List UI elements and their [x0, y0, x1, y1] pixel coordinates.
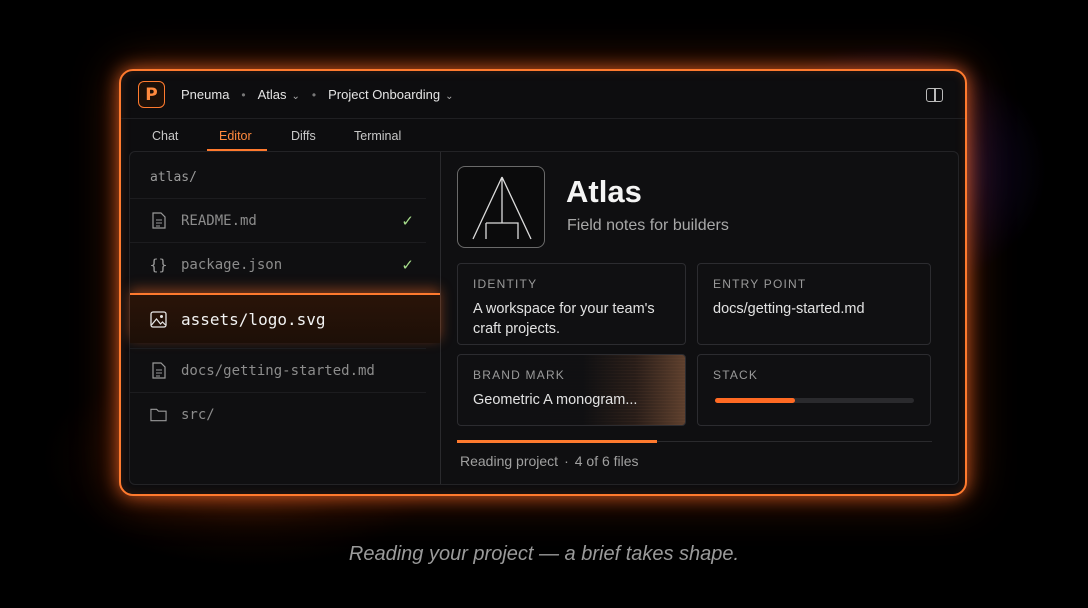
check-icon: ✓ — [401, 213, 414, 230]
breadcrumb-session[interactable]: Project Onboarding ⌄ — [328, 87, 453, 102]
card-value: A workspace for your team's craft projec… — [473, 301, 655, 337]
entry-point-card: ENTRY POINT docs/getting-started.md — [697, 263, 931, 345]
breadcrumb-separator: • — [311, 87, 317, 102]
status-line: Reading project · 4 of 6 files — [460, 453, 639, 469]
stack-progress-fill — [715, 398, 795, 403]
breadcrumb-session-label: Project Onboarding — [328, 87, 441, 102]
a-monogram-icon — [472, 176, 532, 240]
identity-card: IDENTITY A workspace for your team's cra… — [457, 263, 686, 345]
breadcrumb-workspace[interactable]: Pneuma — [181, 87, 229, 102]
project-subtitle: Field notes for builders — [567, 217, 729, 234]
chevron-down-icon: ⌄ — [291, 91, 300, 102]
file-row-readme[interactable]: README.md ✓ — [130, 198, 426, 242]
file-row-src[interactable]: src/ — [130, 392, 426, 436]
file-name: README.md — [181, 212, 257, 229]
status-separator: · — [564, 453, 569, 469]
check-icon: ✓ — [401, 257, 414, 274]
file-icon — [150, 212, 167, 230]
file-row-logo-svg[interactable]: assets/logo.svg — [130, 293, 440, 343]
breadcrumb-separator: • — [241, 87, 246, 102]
file-name: src/ — [181, 406, 215, 423]
reading-progress-fill — [457, 440, 657, 443]
tab-bar: Chat Editor Diffs Terminal — [121, 119, 965, 151]
card-value: Geometric A monogram... — [473, 392, 638, 408]
file-icon — [150, 362, 167, 380]
chevron-down-icon: ⌄ — [445, 91, 454, 102]
project-brief: Atlas Field notes for builders IDENTITY … — [441, 152, 958, 484]
folder-icon — [150, 406, 167, 424]
reading-progress-track — [457, 440, 932, 443]
card-value: docs/getting-started.md — [713, 301, 865, 317]
breadcrumb-project[interactable]: Atlas ⌄ — [258, 87, 300, 102]
braces-icon: {} — [149, 255, 168, 274]
toggle-panel-icon[interactable] — [926, 88, 943, 102]
tab-diffs[interactable]: Diffs — [291, 129, 316, 143]
file-row-getting-started[interactable]: docs/getting-started.md — [130, 348, 426, 392]
title-bar: P Pneuma • Atlas ⌄ • Project Onboarding ⌄ — [121, 71, 965, 119]
stack-card: STACK — [697, 354, 931, 426]
stack-progress-track — [715, 398, 914, 403]
status-text: Reading project — [460, 453, 559, 469]
project-title: Atlas — [566, 174, 642, 209]
image-icon — [150, 310, 167, 328]
file-name: assets/logo.svg — [181, 309, 326, 329]
card-label: BRAND MARK — [473, 368, 566, 382]
caption: Reading your project — a brief takes sha… — [348, 543, 740, 565]
card-label: ENTRY POINT — [713, 277, 807, 291]
app-logo[interactable]: P — [138, 81, 165, 108]
brand-mark-preview — [457, 166, 545, 248]
file-sidebar: atlas/ README.md ✓ {} package.json ✓ ass… — [130, 152, 441, 484]
file-name: package.json — [181, 256, 283, 273]
tab-chat[interactable]: Chat — [152, 129, 178, 143]
editor-content: atlas/ README.md ✓ {} package.json ✓ ass… — [129, 151, 959, 485]
card-label: IDENTITY — [473, 277, 538, 291]
root-folder-label: atlas/ — [150, 170, 197, 185]
breadcrumb-project-label: Atlas — [257, 87, 287, 102]
card-label: STACK — [713, 368, 759, 382]
file-name: docs/getting-started.md — [181, 362, 375, 379]
brand-mark-card: BRAND MARK Geometric A monogram... — [457, 354, 686, 426]
status-count: 4 of 6 files — [574, 453, 639, 469]
tab-editor[interactable]: Editor — [219, 129, 252, 143]
file-row-package-json[interactable]: {} package.json ✓ — [130, 242, 426, 286]
app-window: P Pneuma • Atlas ⌄ • Project Onboarding ⌄ … — [119, 69, 967, 496]
tab-terminal[interactable]: Terminal — [354, 129, 401, 143]
